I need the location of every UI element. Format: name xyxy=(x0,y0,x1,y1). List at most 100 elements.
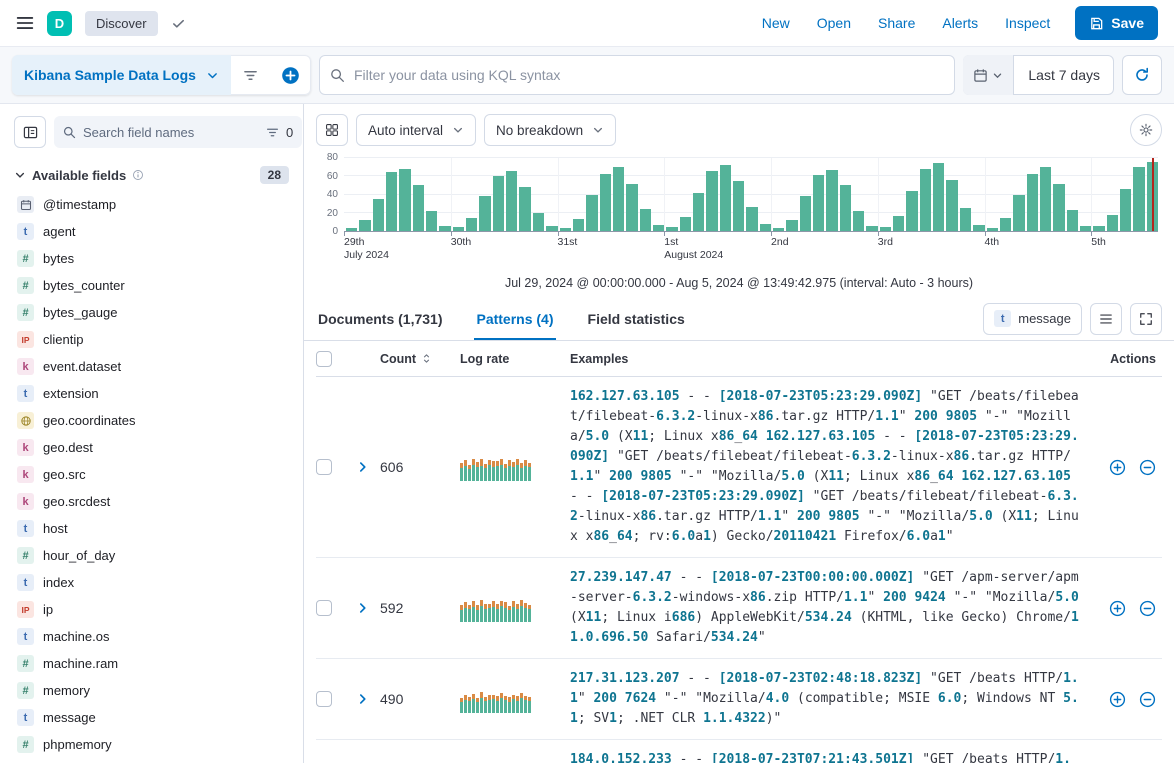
saved-queries-button[interactable] xyxy=(231,55,271,95)
field-item-@timestamp[interactable]: @timestamp xyxy=(14,191,289,218)
field-item-clientip[interactable]: IPclientip xyxy=(14,326,289,353)
field-selector-badge[interactable]: t message xyxy=(983,303,1082,335)
number-icon: # xyxy=(17,682,34,699)
interval-select[interactable]: Auto interval xyxy=(356,114,476,146)
data-view-picker[interactable]: Kibana Sample Data Logs xyxy=(12,55,231,95)
filter-for-pattern-button[interactable] xyxy=(1109,600,1126,617)
row-checkbox[interactable] xyxy=(316,459,332,475)
field-item-message[interactable]: tmessage xyxy=(14,704,289,731)
field-filter-button[interactable] xyxy=(266,126,279,139)
histogram-bar xyxy=(439,226,450,231)
add-filter-button[interactable] xyxy=(271,55,311,95)
log-rate-sparkline xyxy=(460,453,570,481)
text-icon: t xyxy=(17,385,34,402)
field-item-host[interactable]: thost xyxy=(14,515,289,542)
chart-display-button[interactable] xyxy=(316,114,348,146)
time-range-button[interactable]: Last 7 days xyxy=(1014,55,1114,95)
chevron-right-icon xyxy=(356,601,370,615)
tab-patterns-4[interactable]: Patterns (4) xyxy=(474,302,555,340)
time-range-caption: Jul 29, 2024 @ 00:00:00.000 - Aug 5, 202… xyxy=(304,260,1174,302)
nav-open-link[interactable]: Open xyxy=(817,15,851,31)
histogram-bar xyxy=(506,171,517,231)
refresh-button[interactable] xyxy=(1122,55,1162,95)
pattern-example: 217.31.123.207 - - [2018-07-23T02:48:18.… xyxy=(570,669,1100,729)
field-item-phpmemory[interactable]: #phpmemory xyxy=(14,731,289,758)
expand-row-button[interactable] xyxy=(346,601,380,615)
number-icon: # xyxy=(17,250,34,267)
tabs-row: Documents (1,731) Patterns (4) Field stati… xyxy=(304,302,1174,341)
date-picker-button[interactable] xyxy=(963,55,1014,95)
histogram-bar xyxy=(413,185,424,231)
filter-out-pattern-button[interactable] xyxy=(1139,691,1156,708)
histogram-bar xyxy=(493,176,504,231)
field-item-bytes_counter[interactable]: #bytes_counter xyxy=(14,272,289,299)
save-button[interactable]: Save xyxy=(1075,6,1158,40)
field-item-event.dataset[interactable]: kevent.dataset xyxy=(14,353,289,380)
nav-share-link[interactable]: Share xyxy=(878,15,915,31)
info-icon xyxy=(132,169,144,181)
nav-new-link[interactable]: New xyxy=(762,15,790,31)
row-checkbox[interactable] xyxy=(316,691,332,707)
field-item-geo.src[interactable]: kgeo.src xyxy=(14,461,289,488)
kql-input[interactable] xyxy=(354,67,944,83)
histogram-bar xyxy=(479,196,490,231)
tab-field-statistics[interactable]: Field statistics xyxy=(586,302,687,340)
histogram-bar xyxy=(813,175,824,231)
histogram-bar xyxy=(893,216,904,231)
available-fields-header[interactable]: Available fields 28 xyxy=(14,166,289,184)
row-checkbox[interactable] xyxy=(316,600,332,616)
histogram-bar xyxy=(1053,184,1064,231)
field-name: ip xyxy=(43,602,53,617)
x-axis-label: 4th xyxy=(985,236,1000,248)
space-avatar[interactable]: D xyxy=(47,11,72,36)
field-item-machine.os[interactable]: tmachine.os xyxy=(14,623,289,650)
fullscreen-icon xyxy=(1139,312,1153,326)
histogram-chart[interactable]: 02040608029thJuly 202430th31st1stAugust … xyxy=(314,154,1160,260)
log-rate-sparkline xyxy=(460,594,570,622)
row-density-button[interactable] xyxy=(1090,303,1122,335)
count-column-header[interactable]: Count xyxy=(380,352,460,366)
data-view-label: Kibana Sample Data Logs xyxy=(24,67,196,83)
number-icon: # xyxy=(17,277,34,294)
breakdown-select[interactable]: No breakdown xyxy=(484,114,616,146)
expand-row-button[interactable] xyxy=(346,460,380,474)
chart-options-button[interactable] xyxy=(1130,114,1162,146)
fullscreen-button[interactable] xyxy=(1130,303,1162,335)
field-item-memory[interactable]: #memory xyxy=(14,677,289,704)
histogram-bar xyxy=(693,193,704,231)
field-item-geo.srcdest[interactable]: kgeo.srcdest xyxy=(14,488,289,515)
field-item-index[interactable]: tindex xyxy=(14,569,289,596)
field-item-machine.ram[interactable]: #machine.ram xyxy=(14,650,289,677)
filter-for-pattern-button[interactable] xyxy=(1109,459,1126,476)
y-axis-label: 80 xyxy=(314,152,338,163)
field-item-agent[interactable]: tagent xyxy=(14,218,289,245)
field-item-bytes[interactable]: #bytes xyxy=(14,245,289,272)
collapse-sidebar-button[interactable] xyxy=(14,116,46,148)
keyword-icon: k xyxy=(17,439,34,456)
filter-for-pattern-button[interactable] xyxy=(1109,691,1126,708)
select-all-checkbox[interactable] xyxy=(316,351,332,367)
field-name: clientip xyxy=(43,332,83,347)
nav-inspect-link[interactable]: Inspect xyxy=(1005,15,1050,31)
histogram-bar xyxy=(866,226,877,231)
filter-out-pattern-button[interactable] xyxy=(1139,600,1156,617)
field-item-ip[interactable]: IPip xyxy=(14,596,289,623)
date-range-group: Last 7 days xyxy=(963,55,1114,95)
filter-out-pattern-button[interactable] xyxy=(1139,459,1156,476)
field-item-referer[interactable]: treferer xyxy=(14,758,289,763)
breadcrumb[interactable]: Discover xyxy=(85,11,158,36)
text-icon: t xyxy=(994,310,1011,327)
field-item-geo.dest[interactable]: kgeo.dest xyxy=(14,434,289,461)
nav-alerts-link[interactable]: Alerts xyxy=(942,15,978,31)
field-item-bytes_gauge[interactable]: #bytes_gauge xyxy=(14,299,289,326)
menu-icon[interactable] xyxy=(16,14,34,32)
field-badge-label: message xyxy=(1018,311,1071,326)
field-name: agent xyxy=(43,224,76,239)
tab-documents-1-731[interactable]: Documents (1,731) xyxy=(316,302,444,340)
field-item-hour_of_day[interactable]: #hour_of_day xyxy=(14,542,289,569)
x-axis-label: 5th xyxy=(1091,236,1106,248)
expand-row-button[interactable] xyxy=(346,692,380,706)
field-item-geo.coordinates[interactable]: geo.coordinates xyxy=(14,407,289,434)
field-item-extension[interactable]: textension xyxy=(14,380,289,407)
field-search-input[interactable] xyxy=(83,125,259,140)
